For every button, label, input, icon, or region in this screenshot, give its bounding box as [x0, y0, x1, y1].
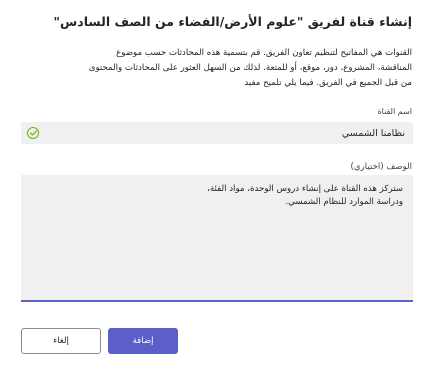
channel-name-value: نظامنا الشمسي: [341, 127, 405, 139]
cancel-button[interactable]: إلغاء: [21, 328, 101, 354]
description-line: المناقشة، المشروع، دور، موقع، أو للمتعة.…: [88, 63, 412, 73]
dialog-title: إنشاء قناة لفريق "علوم الأرض/الفضاء من ا…: [53, 14, 412, 29]
channel-name-label: اسم القناة: [377, 107, 412, 116]
description-line: من قبل الجميع في الفريق. فيما يلي تلميح …: [244, 78, 412, 88]
dialog-description: القنوات هي المفاتيح لتنظيم تعاون الفريق.…: [40, 46, 412, 91]
description-label: الوصف (اختياري): [350, 162, 412, 172]
create-channel-dialog: إنشاء قناة لفريق "علوم الأرض/الفضاء من ا…: [0, 0, 435, 376]
description-text-line: ودراسة الموارد للنظام الشمسي.: [285, 197, 403, 207]
channel-name-input[interactable]: نظامنا الشمسي: [21, 122, 413, 144]
description-text-line: ستركز هذه القناة على إنشاء دروس الوحدة، …: [207, 184, 403, 194]
description-textarea[interactable]: ستركز هذه القناة على إنشاء دروس الوحدة، …: [21, 175, 413, 302]
check-circle-icon: [27, 127, 39, 139]
add-button[interactable]: إضافة: [108, 328, 178, 354]
description-line: القنوات هي المفاتيح لتنظيم تعاون الفريق.…: [116, 48, 412, 58]
